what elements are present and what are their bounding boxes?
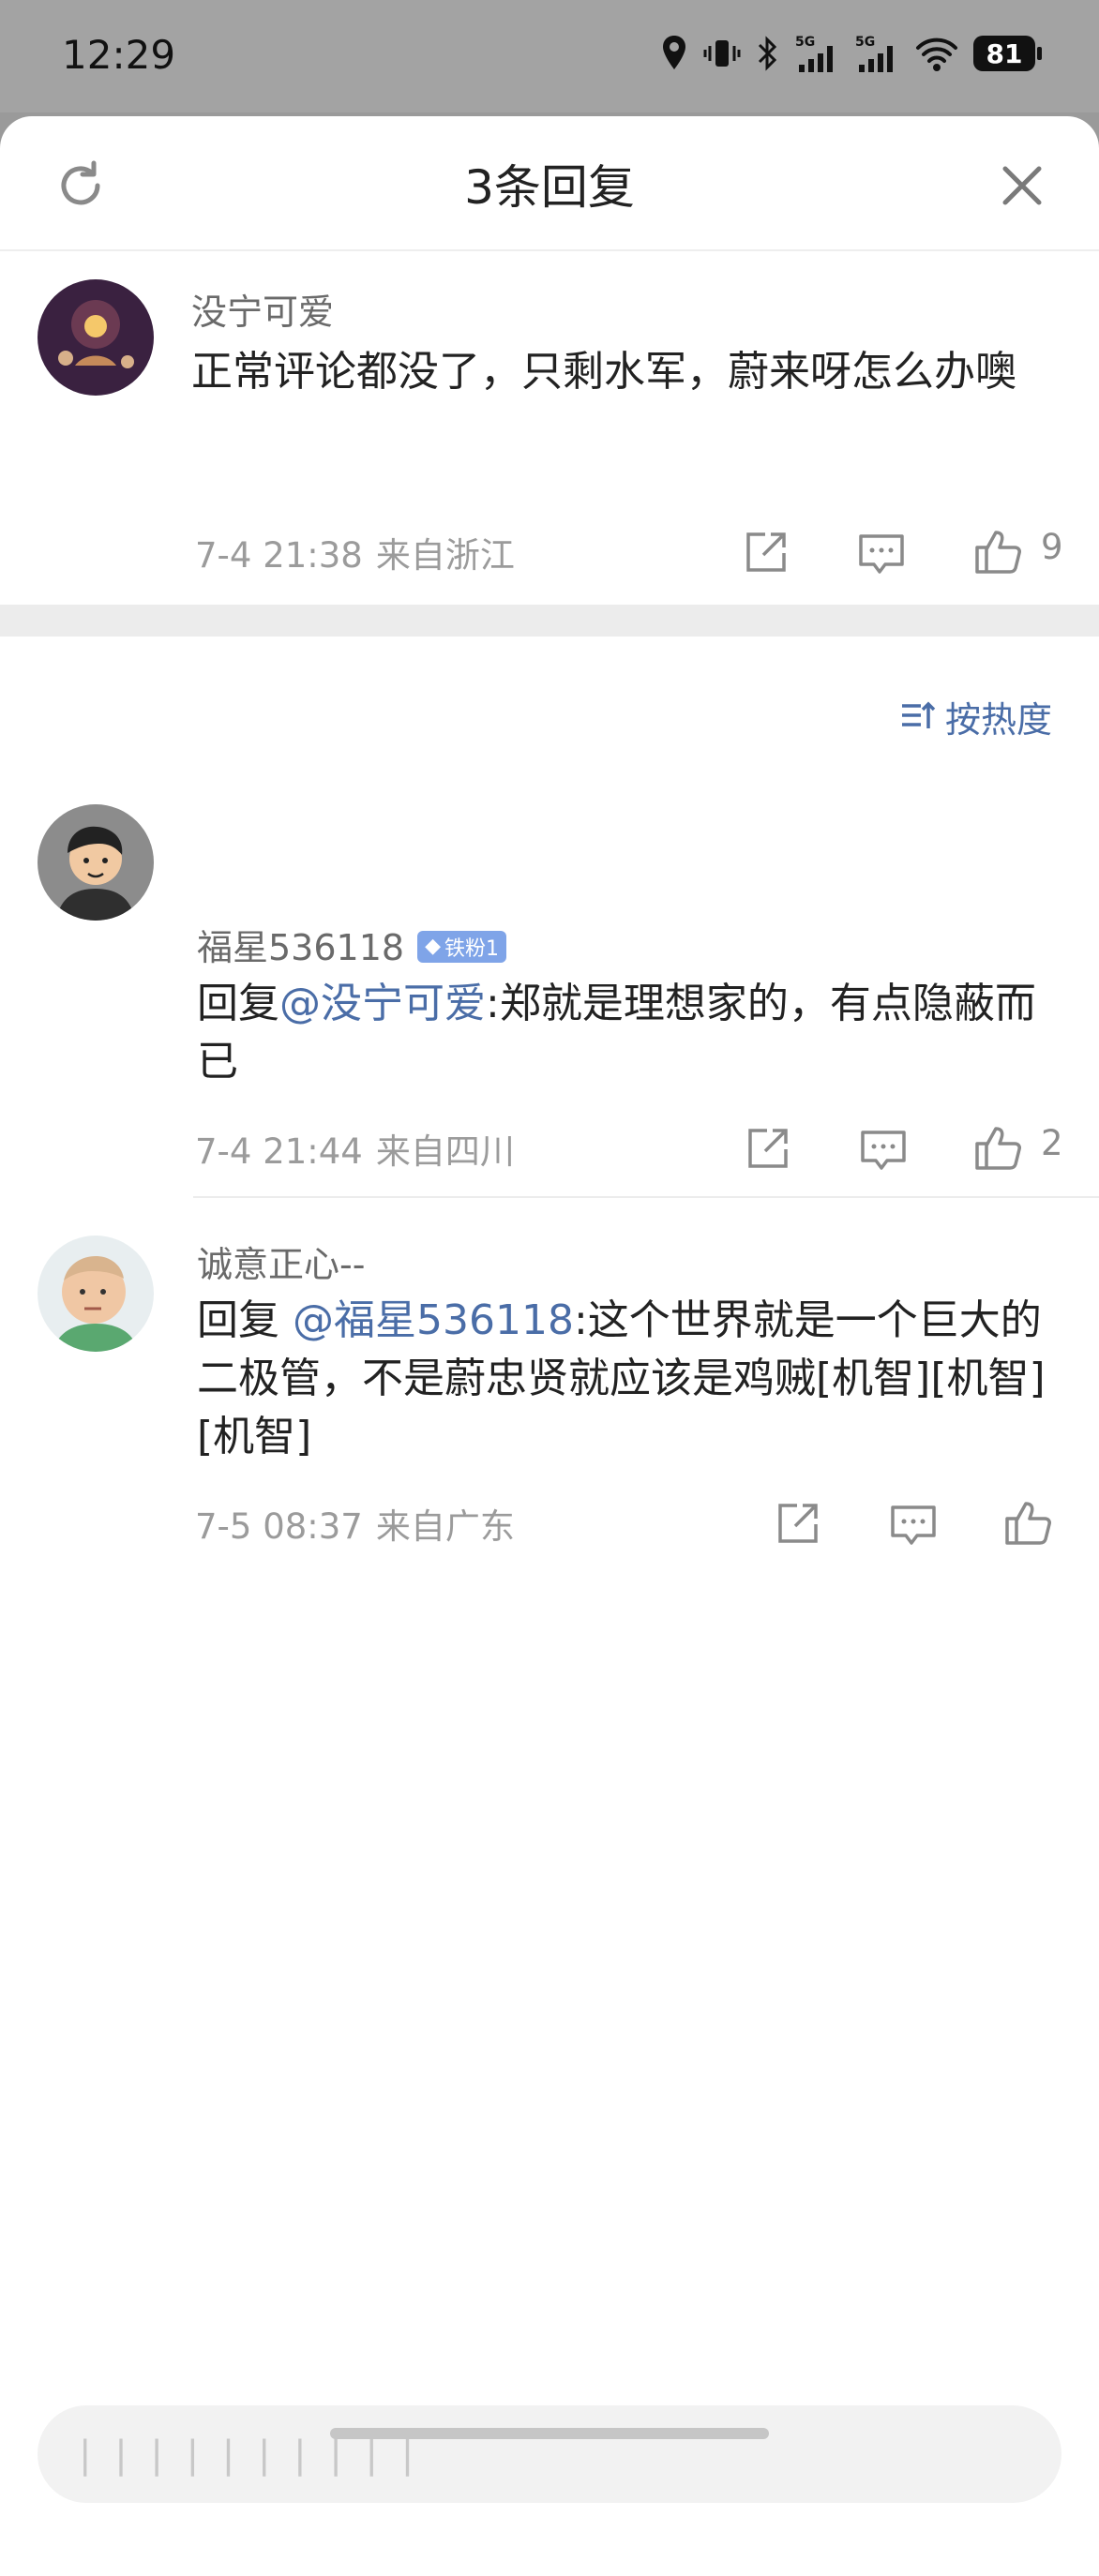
svg-text:5G: 5G — [795, 35, 815, 50]
reply-meta: 7-4 21:44 来自四川 — [195, 1123, 515, 1174]
reply-username: 福星536118 ◆ 铁粉1 — [197, 919, 506, 970]
like-button[interactable] — [971, 1121, 1024, 1174]
thumbs-up-icon — [1005, 1502, 1051, 1545]
thumbs-up-icon — [975, 531, 1021, 574]
comment-username[interactable]: 没宁可爱 — [191, 283, 334, 335]
close-icon — [1002, 166, 1042, 205]
share-button[interactable] — [771, 1498, 823, 1550]
wifi-icon — [916, 37, 957, 71]
signal-5g-icon-2: 5G — [855, 35, 893, 72]
reply-meta: 7-5 08:37 来自广东 — [195, 1498, 515, 1549]
comment-icon — [891, 1505, 936, 1545]
vibrate-icon — [703, 40, 741, 67]
share-button[interactable] — [739, 527, 791, 579]
reply-divider — [193, 1196, 1099, 1198]
reply-location: 来自四川 — [375, 1131, 515, 1172]
comment-location: 来自浙江 — [375, 535, 515, 576]
replies-sheet: 3条回复 没宁可爱 正常评论都没了，只剩水军，蔚来呀怎么办噢 7-4 21:38… — [0, 116, 1099, 2576]
avatar[interactable] — [38, 279, 154, 396]
reply-input[interactable]: | | | | | | | | | | — [38, 2405, 1061, 2503]
like-count: 2 — [1041, 1123, 1063, 1163]
reply-prefix: 回复 — [197, 980, 279, 1027]
reply-button[interactable] — [887, 1498, 940, 1550]
status-time: 12:29 — [62, 32, 176, 78]
reply-text: 回复 @福星536118:这个世界就是一个巨大的二极管，不是蔚忠贤就应该是鸡贼[… — [197, 1292, 1069, 1466]
reply-username-text[interactable]: 福星536118 — [197, 927, 404, 968]
share-icon — [778, 1504, 818, 1543]
mention-link[interactable]: @福星536118 — [293, 1296, 574, 1344]
close-button[interactable] — [992, 156, 1052, 216]
thumbs-up-icon — [975, 1127, 1021, 1170]
like-button[interactable] — [1001, 1496, 1054, 1549]
signal-5g-icon: 5G — [795, 35, 833, 72]
reply-button[interactable] — [857, 1123, 910, 1176]
location-icon — [663, 36, 685, 69]
comment-meta: 7-4 21:38 来自浙江 — [195, 527, 515, 577]
home-indicator[interactable] — [330, 2428, 769, 2439]
sort-by-hot-button[interactable]: 按热度 — [898, 690, 1052, 742]
reply-prefix: 回复 — [197, 1296, 293, 1344]
status-bar: 12:29 5G 5G 81 — [0, 0, 1099, 112]
sheet-header: 3条回复 — [0, 116, 1099, 251]
share-button[interactable] — [741, 1123, 793, 1176]
avatar-image — [38, 279, 154, 396]
avatar-image — [38, 804, 154, 921]
comment-date: 7-4 21:38 — [195, 535, 363, 576]
fan-badge: ◆ 铁粉1 — [417, 930, 506, 963]
reply-input-placeholder: | | | | | | | | | | — [79, 2434, 420, 2477]
like-count: 9 — [1041, 527, 1063, 567]
avatar-image — [38, 1236, 154, 1352]
comment-text: 正常评论都没了，只剩水军，蔚来呀怎么办噢 — [191, 348, 1016, 396]
sort-label: 按热度 — [944, 698, 1052, 741]
avatar[interactable] — [38, 1236, 154, 1352]
status-icons: 5G 5G 81 — [660, 30, 1042, 77]
share-icon — [746, 532, 786, 572]
svg-text:5G: 5G — [855, 35, 875, 50]
battery-indicator: 81 — [973, 36, 1042, 71]
reply-button[interactable] — [855, 527, 908, 579]
reply-date: 7-4 21:44 — [195, 1131, 363, 1172]
share-icon — [748, 1129, 788, 1168]
avatar[interactable] — [38, 804, 154, 921]
bluetooth-icon — [758, 36, 777, 71]
sort-icon — [901, 701, 936, 728]
mention-link[interactable]: @没宁可爱 — [279, 980, 486, 1027]
section-divider — [0, 605, 1099, 637]
reply-location: 来自广东 — [375, 1506, 515, 1547]
reply-date: 7-5 08:37 — [195, 1506, 363, 1547]
reply-text: 回复@没宁可爱:郑就是理想家的，有点隐蔽而已 — [197, 975, 1060, 1091]
sheet-title: 3条回复 — [464, 160, 635, 215]
diamond-icon: ◆ — [425, 935, 441, 958]
reply-username[interactable]: 诚意正心-- — [197, 1236, 365, 1287]
fan-badge-label: 铁粉1 — [444, 936, 499, 961]
like-button[interactable] — [971, 525, 1024, 577]
comment-icon — [861, 1131, 906, 1170]
comment-icon — [859, 534, 904, 574]
